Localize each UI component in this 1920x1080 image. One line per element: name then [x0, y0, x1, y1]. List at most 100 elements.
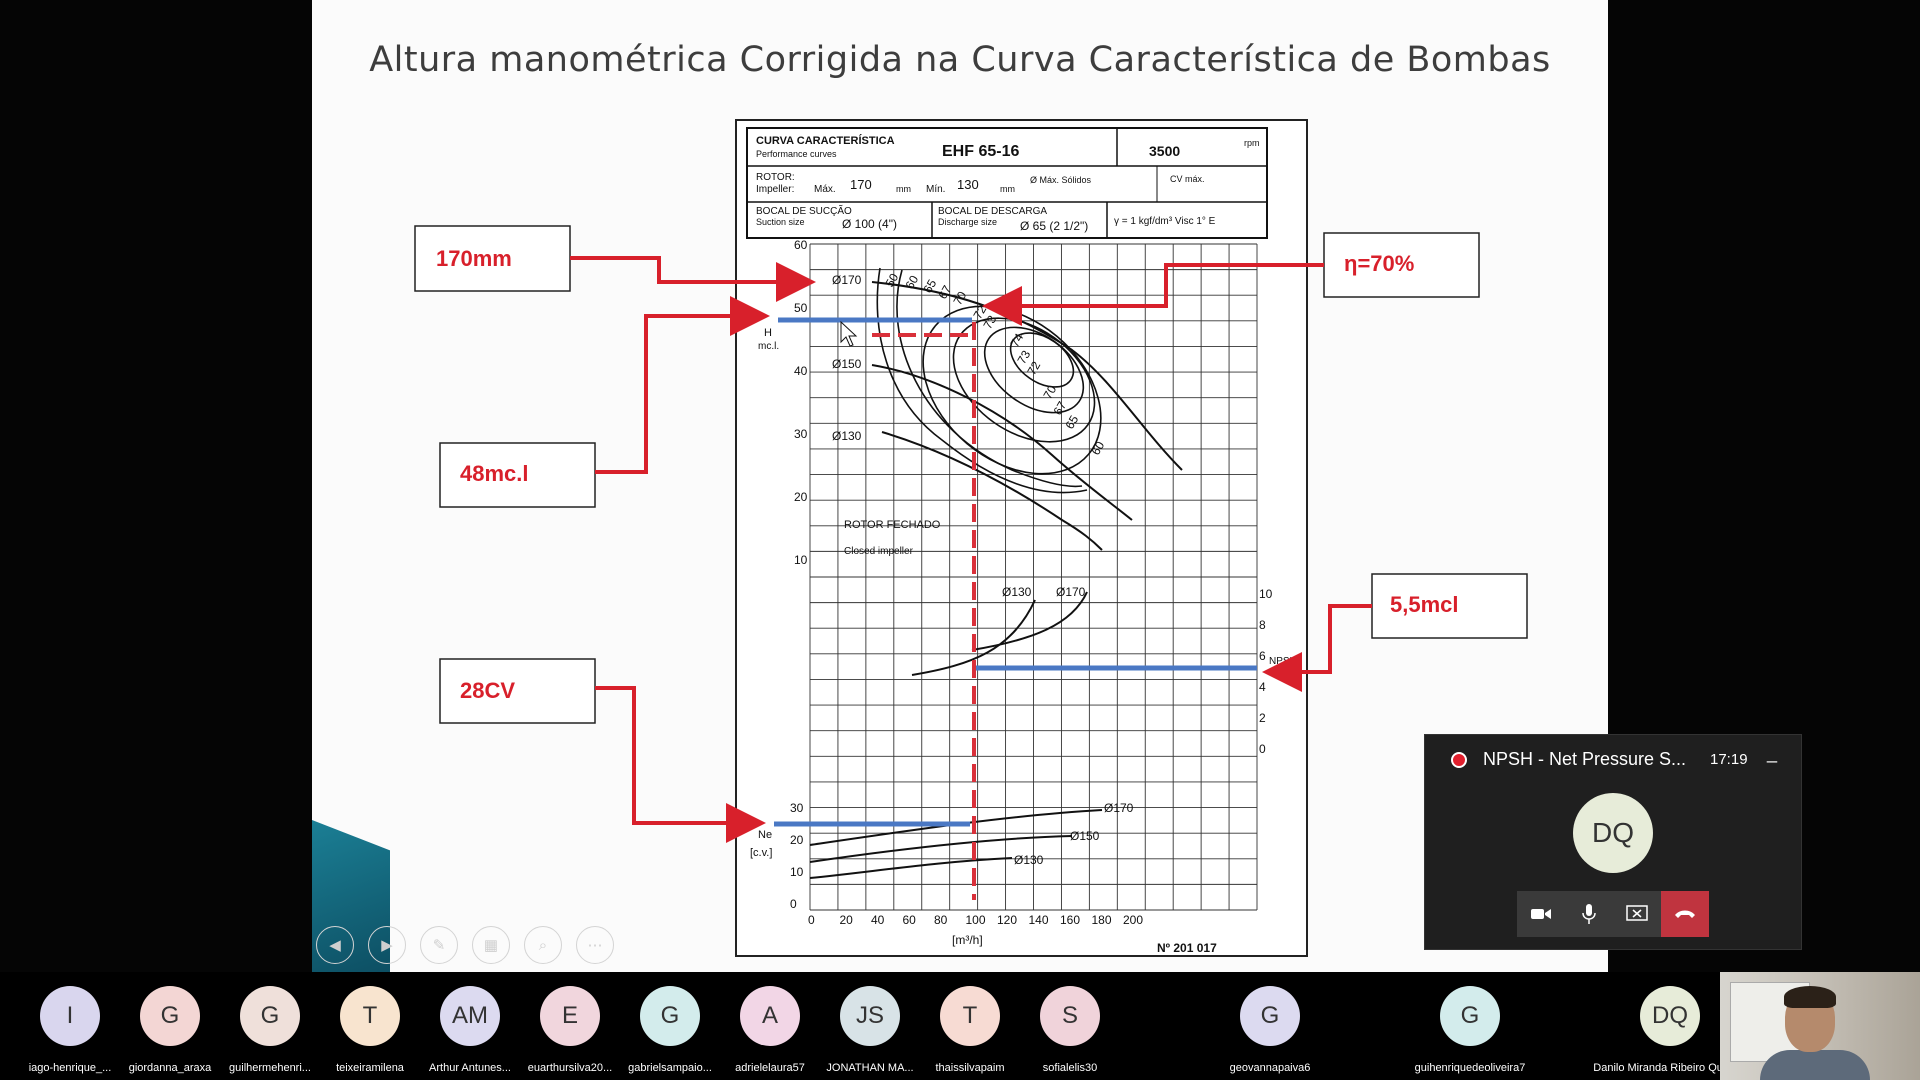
rotor-type: ROTOR FECHADO: [844, 519, 941, 531]
head-axis-tick: 20: [794, 490, 808, 504]
power-axis-tick: 10: [790, 865, 804, 879]
participant-tile[interactable]: Ggeovannapaiva6: [1170, 972, 1370, 1080]
participant-tile[interactable]: Aadrielelaura57: [720, 972, 820, 1080]
flow-axis-tick: 100: [966, 913, 986, 927]
hang-up-icon: [1675, 910, 1695, 918]
power-curve-label: Ø170: [1104, 801, 1134, 815]
participants-bar: Iiago-henrique_... Ggiordanna_araxa Gguilh…: [0, 972, 1747, 1080]
more-options-icon[interactable]: ⋯: [576, 926, 614, 964]
participant-tile[interactable]: Tteixeiramilena: [320, 972, 420, 1080]
flow-axis-tick: 160: [1060, 913, 1080, 927]
hang-up-button[interactable]: [1661, 891, 1709, 937]
microphone-button[interactable]: [1565, 891, 1613, 937]
callout-head: 48mc.l: [439, 442, 596, 508]
participant-name: sofialelis30: [1042, 1062, 1098, 1074]
participant-tile[interactable]: Ssofialelis30: [1020, 972, 1120, 1080]
call-time: 17:19: [1710, 751, 1748, 768]
participant-tile[interactable]: Iiago-henrique_...: [20, 972, 120, 1080]
discharge-label: BOCAL DE DESCARGA: [938, 206, 1047, 217]
participant-avatar: G: [140, 986, 200, 1046]
callout-efficiency: η=70%: [1323, 232, 1480, 298]
participant-tile[interactable]: Gguilhermehenri...: [220, 972, 320, 1080]
curve-label: CURVA CARACTERÍSTICA: [756, 134, 895, 147]
participant-avatar: DQ: [1640, 986, 1700, 1046]
head-curve-label: Ø150: [832, 357, 862, 371]
participant-avatar: I: [40, 986, 100, 1046]
flow-axis-tick: 120: [997, 913, 1017, 927]
npsh-curve-label: Ø170: [1056, 585, 1086, 599]
pump-curve-figure: CURVA CARACTERÍSTICA Performance curves …: [414, 119, 1528, 957]
participant-name: euarthursilva20...: [527, 1062, 613, 1074]
participant-avatar: T: [340, 986, 400, 1046]
participant-tile[interactable]: Ggiordanna_araxa: [120, 972, 220, 1080]
suction-value: Ø 100 (4"): [842, 217, 897, 231]
presentation-slide: Altura manométrica Corrigida na Curva Ca…: [312, 0, 1608, 972]
camera-button[interactable]: [1517, 891, 1565, 937]
head-axis-tick: 50: [794, 301, 808, 315]
flow-axis-unit: [m³/h]: [952, 933, 983, 947]
participant-name: guilhermehenri...: [229, 1062, 311, 1074]
rpm-unit: rpm: [1244, 138, 1260, 148]
call-window: NPSH - Net Pressure S... 17:19 _ DQ: [1424, 734, 1802, 950]
min-label: Mín.: [926, 184, 945, 195]
video-camera-icon: [1531, 909, 1551, 919]
participant-avatar: JS: [840, 986, 900, 1046]
record-icon: [1451, 752, 1467, 768]
participant-name: geovannapaiva6: [1229, 1062, 1311, 1074]
flow-axis-tick: 140: [1029, 913, 1049, 927]
participant-tile[interactable]: Tthaissilvapaim: [920, 972, 1020, 1080]
call-avatar: DQ: [1573, 793, 1653, 873]
doc-number: Nº 201 017: [1157, 941, 1217, 955]
presenter-webcam[interactable]: [1720, 972, 1920, 1080]
npsh-axis-tick: 6: [1259, 649, 1266, 663]
call-title: NPSH - Net Pressure S...: [1483, 749, 1687, 769]
flow-axis-tick: 40: [871, 913, 885, 927]
impeller-label: Impeller:: [756, 184, 794, 195]
minimize-button[interactable]: _: [1767, 743, 1777, 764]
participant-tile[interactable]: Gguihenriquedeoliveira7: [1370, 972, 1570, 1080]
share-screen-button[interactable]: [1613, 891, 1661, 937]
participant-name: thaissilvapaim: [935, 1062, 1005, 1074]
power-axis-unit: [c.v.]: [750, 847, 772, 859]
participant-tile[interactable]: JS JONATHAN MA...: [820, 972, 920, 1080]
participant-tile[interactable]: Eeuarthursilva20...: [520, 972, 620, 1080]
slides-grid-icon[interactable]: ▦: [472, 926, 510, 964]
flow-axis-tick: 180: [1092, 913, 1112, 927]
datasheet-frame: [735, 119, 1308, 957]
npsh-curve-label: Ø130: [1002, 585, 1032, 599]
rpm-value: 3500: [1149, 143, 1180, 159]
flow-axis-tick: 200: [1123, 913, 1143, 927]
participant-avatar: E: [540, 986, 600, 1046]
participant-name: teixeiramilena: [336, 1062, 404, 1074]
npsh-axis-tick: 10: [1259, 587, 1273, 601]
webcam-person-body: [1760, 1050, 1870, 1080]
power-axis-tick: 30: [790, 801, 804, 815]
flow-axis-tick: 0: [808, 913, 815, 927]
suction-label-en: Suction size: [756, 217, 805, 227]
head-curve-label: Ø170: [832, 273, 862, 287]
callout-npsh: 5,5mcl: [1371, 573, 1528, 639]
callout-npsh-text: 5,5mcl: [1390, 592, 1459, 617]
max-label: Máx.: [814, 184, 836, 195]
meeting-stage: Altura manométrica Corrigida na Curva Ca…: [0, 0, 1920, 1080]
zoom-icon[interactable]: ⌕: [524, 926, 562, 964]
power-curve-label: Ø150: [1070, 829, 1100, 843]
mm-unit-max: mm: [896, 184, 911, 194]
participant-avatar: G: [1440, 986, 1500, 1046]
pen-icon[interactable]: ✎: [420, 926, 458, 964]
flow-axis-tick: 20: [840, 913, 854, 927]
participant-avatar: G: [240, 986, 300, 1046]
min-value: 130: [957, 177, 979, 192]
participant-name: guihenriquedeoliveira7: [1414, 1062, 1526, 1074]
participant-tile[interactable]: AM Arthur Antunes...: [420, 972, 520, 1080]
callout-head-text: 48mc.l: [460, 461, 529, 486]
npsh-axis-tick: 0: [1259, 742, 1266, 756]
cv-max-label: CV máx.: [1170, 174, 1205, 184]
previous-slide-icon[interactable]: ◀: [316, 926, 354, 964]
participant-tile[interactable]: Ggabrielsampaio...: [620, 972, 720, 1080]
flow-axis-tick: 60: [903, 913, 917, 927]
suction-label: BOCAL DE SUCÇÃO: [756, 204, 852, 217]
next-slide-icon[interactable]: ▶: [368, 926, 406, 964]
npsh-axis-tick: 8: [1259, 618, 1266, 632]
participant-avatar: T: [940, 986, 1000, 1046]
